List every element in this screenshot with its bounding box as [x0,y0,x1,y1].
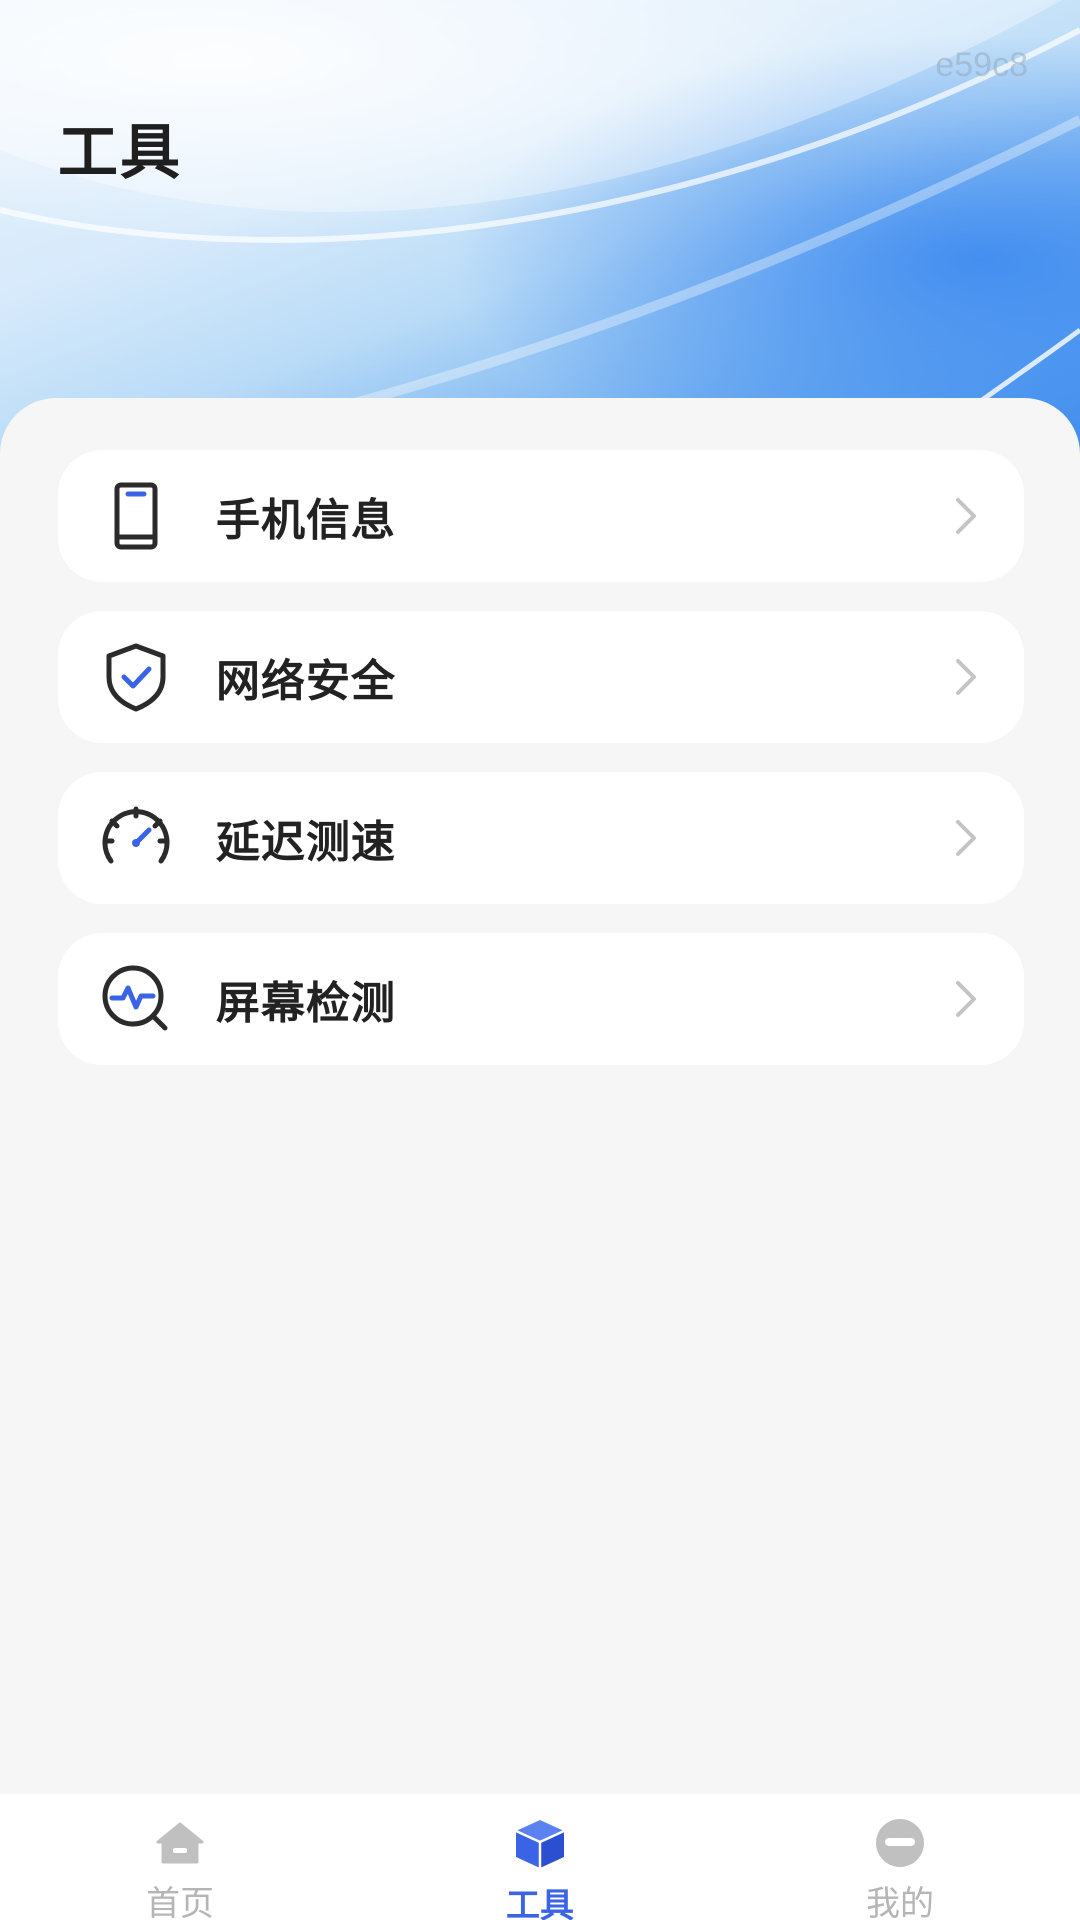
header-background [0,0,1080,460]
watermark-text: e59c8 [935,46,1028,84]
menu-item-latency-test[interactable]: 延迟测速 [58,772,1024,904]
tool-menu-list: 手机信息 网络安全 延迟测速 屏幕检测 [58,450,1024,1094]
profile-icon [872,1816,928,1870]
chevron-right-icon [956,659,976,695]
nav-tab-profile[interactable]: 我的 [720,1794,1080,1920]
menu-item-label: 手机信息 [216,495,396,546]
page-title: 工具 [58,118,182,188]
speedometer-icon [96,798,176,878]
menu-item-label: 屏幕检测 [216,978,396,1029]
home-icon [152,1816,208,1870]
cube-icon [512,1816,568,1872]
menu-item-screen-test[interactable]: 屏幕检测 [58,933,1024,1065]
menu-item-label: 延迟测速 [216,817,396,868]
menu-item-phone-info[interactable]: 手机信息 [58,450,1024,582]
screen-detect-icon [96,959,176,1039]
nav-label: 工具 [506,1886,574,1920]
chevron-right-icon [956,981,976,1017]
chevron-right-icon [956,820,976,856]
phone-icon [96,476,176,556]
tools-screen: e59c8 工具 手机信息 网络安全 延迟测速 屏幕检测 首页 工具 我的 [0,0,1080,1920]
chevron-right-icon [956,498,976,534]
menu-item-label: 网络安全 [216,656,396,707]
nav-label: 首页 [146,1884,214,1920]
bottom-navigation: 首页 工具 我的 [0,1794,1080,1920]
nav-tab-tools[interactable]: 工具 [360,1794,720,1920]
content-sheet: 手机信息 网络安全 延迟测速 屏幕检测 [0,398,1080,1798]
shield-check-icon [96,637,176,717]
menu-item-network-security[interactable]: 网络安全 [58,611,1024,743]
nav-label: 我的 [866,1884,934,1920]
nav-tab-home[interactable]: 首页 [0,1794,360,1920]
